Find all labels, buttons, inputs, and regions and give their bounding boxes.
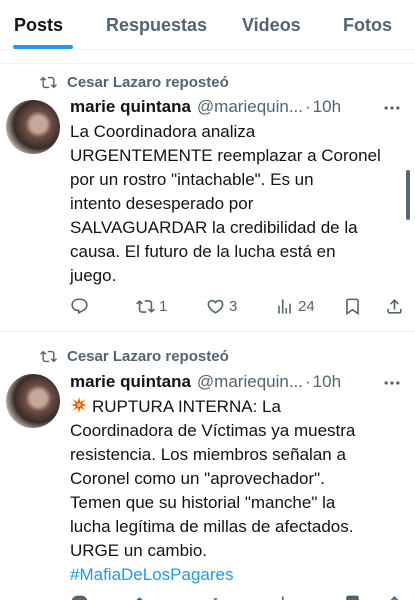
like-count: 3 (229, 298, 238, 315)
more-options-icon[interactable] (381, 98, 403, 118)
post-actions: 1 3 24 (0, 297, 415, 319)
bookmark-button[interactable] (343, 594, 362, 600)
reply-icon (71, 595, 88, 600)
post-text-line: RUPTURA INTERNA: La (70, 395, 406, 419)
share-button[interactable] (385, 594, 404, 600)
more-options-icon[interactable] (381, 373, 403, 393)
separator: · (305, 97, 311, 116)
repost-icon (136, 597, 143, 600)
tab-respuestas[interactable]: Respuestas (106, 0, 207, 50)
repost-text[interactable]: Cesar Lazaro reposteó (67, 348, 229, 365)
post-header: marie quintana @mariequin... · 10h (70, 96, 341, 118)
views-button[interactable]: 24 (275, 297, 315, 316)
share-button[interactable] (385, 297, 404, 316)
post-text-line: juego. (70, 266, 117, 285)
post-text-line: URGENTEMENTE reemplazar a Coronel (70, 146, 381, 165)
collision-emoji-icon (70, 396, 88, 414)
author-handle[interactable]: @mariequin... (197, 97, 303, 117)
reply-icon (71, 298, 88, 315)
post-text-line: intento desesperado por (70, 194, 254, 213)
post-text-line: resistencia. Los miembros señalan a (70, 445, 346, 464)
post-text-line: Temen que su historial "manche" la (70, 493, 336, 512)
reply-button[interactable] (70, 594, 89, 600)
author-name[interactable]: marie quintana (70, 372, 191, 392)
post-text-line: lucha legítima de millas de afectados. (70, 517, 354, 536)
views-button[interactable] (275, 594, 294, 600)
view-count: 24 (298, 298, 315, 315)
post-2[interactable]: Cesar Lazaro reposteó marie quintana @ma… (0, 332, 415, 600)
post-time[interactable]: 10h (313, 97, 341, 117)
post-text-line: Coordinadora de Víctimas ya muestra (70, 421, 356, 440)
post-actions (0, 594, 415, 600)
bookmark-icon (346, 298, 359, 316)
section-gap (0, 50, 415, 63)
post-header: marie quintana @mariequin... · 10h (70, 371, 341, 393)
scrollbar-thumb[interactable] (406, 170, 410, 220)
tab-posts[interactable]: Posts (14, 0, 63, 50)
profile-tabs: Posts Respuestas Videos Fotos (0, 0, 415, 50)
heart-icon (211, 598, 220, 600)
bookmark-icon (346, 595, 359, 600)
repost-icon (136, 300, 155, 313)
repost-icon (40, 350, 57, 362)
tab-fotos[interactable]: Fotos (343, 0, 392, 50)
post-text-first: RUPTURA INTERNA: La (92, 397, 281, 416)
bookmark-button[interactable] (343, 297, 362, 316)
reply-button[interactable] (70, 297, 93, 316)
post-text-line: causa. El futuro de la lucha está en (70, 242, 336, 261)
post-text-line: La Coordinadora analiza (70, 122, 256, 141)
hashtag-link[interactable]: #MafiaDeLosPagares (70, 563, 406, 587)
repost-indicator: Cesar Lazaro reposteó (40, 346, 229, 366)
views-icon (281, 596, 284, 600)
post-text: La Coordinadora analiza URGENTEMENTE ree… (70, 120, 406, 288)
post-text-line: por un rostro "intachable". Es un (70, 170, 314, 189)
separator: · (305, 372, 311, 391)
post-text-line: Coronel como un "aprovechador". (70, 469, 325, 488)
author-name[interactable]: marie quintana (70, 97, 191, 117)
repost-button[interactable]: 1 (136, 297, 167, 316)
views-icon (278, 299, 291, 314)
like-button[interactable] (206, 594, 225, 600)
post-text: RUPTURA INTERNA: La Coordinadora de Víct… (70, 395, 406, 587)
repost-button[interactable] (136, 594, 155, 600)
avatar[interactable] (6, 374, 60, 428)
repost-count: 1 (159, 298, 168, 315)
post-text-line: URGE un cambio. (70, 541, 207, 560)
repost-text[interactable]: Cesar Lazaro reposteó (67, 74, 229, 91)
author-handle[interactable]: @mariequin... (197, 372, 303, 392)
post-text-line: SALVAGUARDAR la credibilidad de la (70, 218, 358, 237)
repost-indicator: Cesar Lazaro reposteó (40, 72, 229, 92)
share-icon (390, 596, 399, 600)
post-time[interactable]: 10h (313, 372, 341, 392)
tab-videos[interactable]: Videos (242, 0, 301, 50)
share-icon (387, 299, 402, 314)
like-button[interactable]: 3 (206, 297, 237, 316)
post-1[interactable]: Cesar Lazaro reposteó marie quintana @ma… (0, 64, 415, 331)
repost-icon (40, 76, 57, 88)
heart-icon (207, 299, 224, 314)
avatar[interactable] (6, 100, 60, 154)
